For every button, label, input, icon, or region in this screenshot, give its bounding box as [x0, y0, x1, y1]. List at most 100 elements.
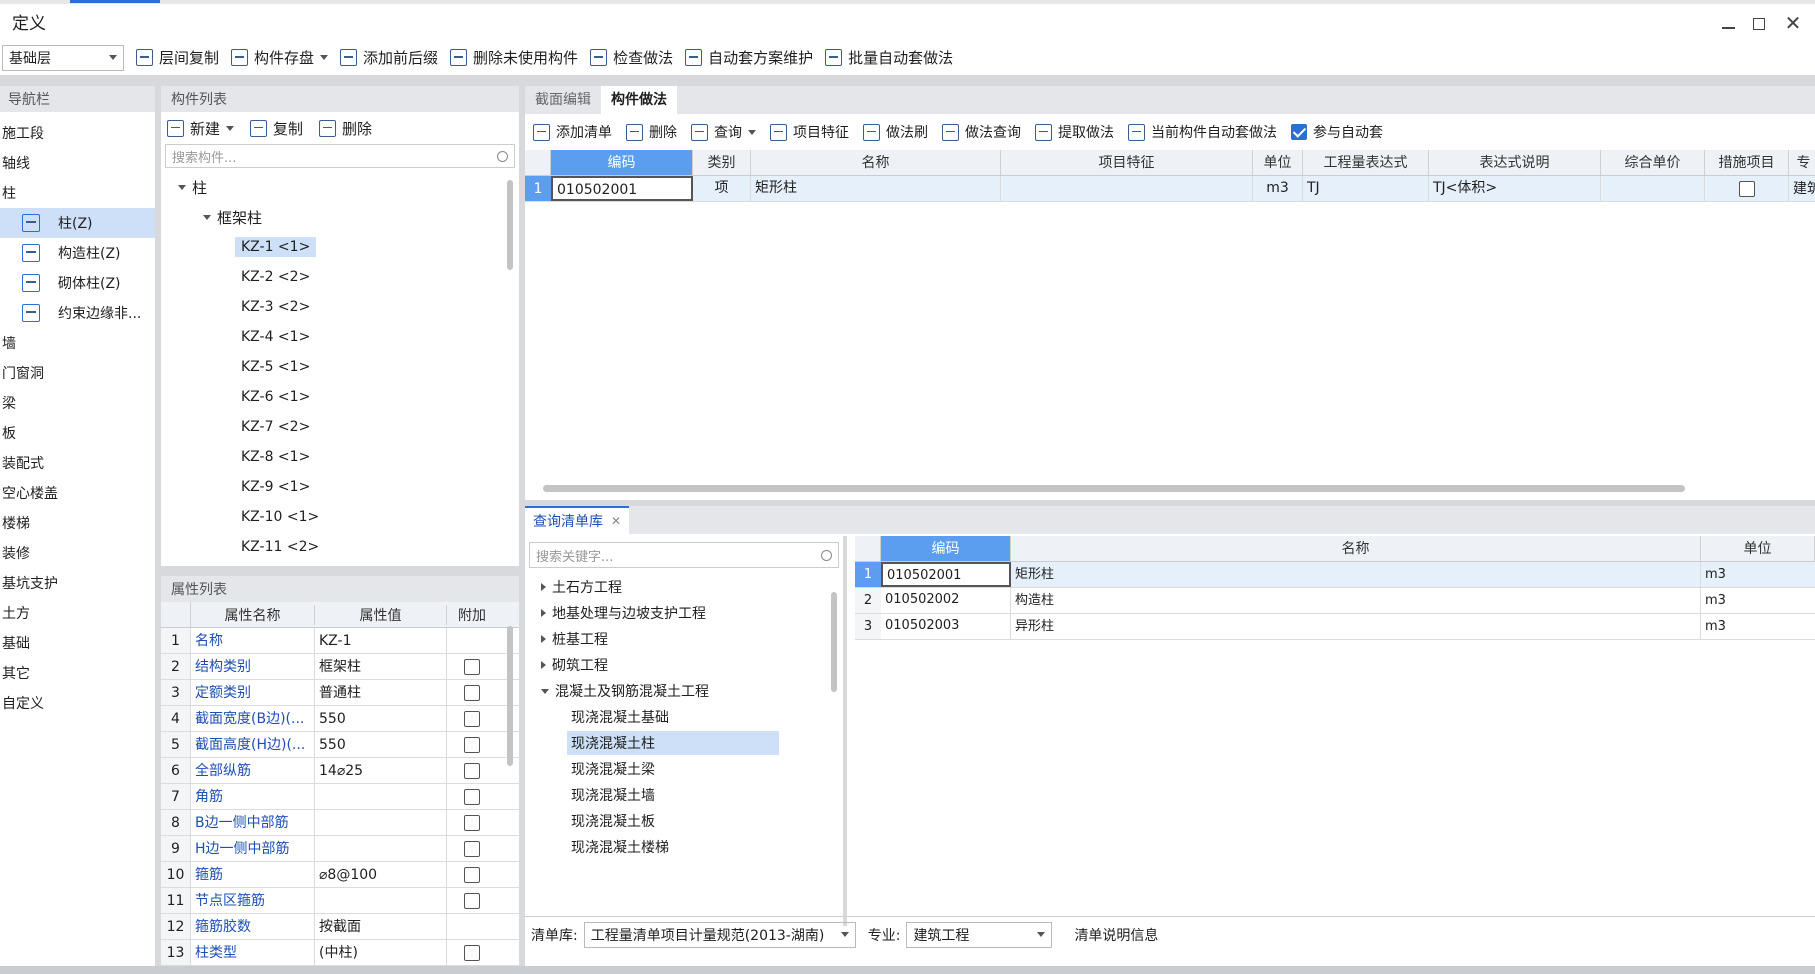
query-tree-item[interactable]: 现浇混凝土梁: [525, 756, 843, 782]
query-row[interactable]: 2 010502002 构造柱 m3: [855, 588, 1815, 614]
method-cell-type[interactable]: 项: [693, 176, 751, 201]
close-button[interactable]: ✕: [1781, 13, 1805, 34]
property-row-value[interactable]: [315, 784, 447, 809]
query-cell-unit[interactable]: m3: [1701, 588, 1815, 613]
measure-checkbox[interactable]: [1738, 180, 1755, 197]
check-method-button[interactable]: 检查做法: [590, 47, 673, 68]
method-row[interactable]: 1 010502001 项矩形柱 m3 TJ TJ<体积> 建筑: [525, 176, 1815, 202]
nav-item[interactable]: 土方: [0, 598, 155, 628]
component-tree-item[interactable]: KZ-4 <1>: [161, 322, 519, 352]
nav-item[interactable]: 楼梯: [0, 508, 155, 538]
delete-component-button[interactable]: 删除: [319, 118, 372, 139]
nav-item[interactable]: 其它: [0, 658, 155, 688]
property-row[interactable]: 9 H边一侧中部筋: [161, 836, 519, 862]
attach-checkbox[interactable]: [464, 710, 480, 727]
nav-item[interactable]: 柱: [0, 178, 155, 208]
component-tree-item[interactable]: KZ-5 <1>: [161, 352, 519, 382]
attach-checkbox[interactable]: [464, 736, 480, 753]
query-cell-name[interactable]: 矩形柱: [1011, 562, 1701, 587]
new-component-button[interactable]: 新建: [167, 118, 235, 139]
method-cell-unit[interactable]: m3: [1253, 176, 1303, 201]
nav-item[interactable]: 施工段: [0, 118, 155, 148]
property-row-value[interactable]: [315, 810, 447, 835]
query-cell-unit[interactable]: m3: [1701, 562, 1815, 587]
delete-method-button[interactable]: 删除: [626, 122, 677, 142]
property-row[interactable]: 6 全部纵筋 14⌀25: [161, 758, 519, 784]
property-row-value[interactable]: ⌀8@100: [315, 862, 447, 887]
query-row[interactable]: 1 010502001 矩形柱 m3: [855, 562, 1815, 588]
attach-checkbox[interactable]: [464, 814, 480, 831]
component-search[interactable]: 搜索构件...: [165, 144, 515, 168]
property-row-value[interactable]: [315, 888, 447, 913]
nav-item[interactable]: 轴线: [0, 148, 155, 178]
add-bill-button[interactable]: 添加清单: [533, 122, 612, 142]
copy-between-floors-button[interactable]: 层间复制: [136, 47, 219, 68]
attach-checkbox[interactable]: [464, 788, 480, 805]
component-tree-item[interactable]: KZ-2 <2>: [161, 262, 519, 292]
extract-method-button[interactable]: 提取做法: [1035, 122, 1114, 142]
query-tree-item[interactable]: 现浇混凝土基础: [525, 704, 843, 730]
property-row[interactable]: 8 B边一侧中部筋: [161, 810, 519, 836]
property-row[interactable]: 5 截面高度(H边)(... 550: [161, 732, 519, 758]
query-tree-item[interactable]: 混凝土及钢筋混凝土工程: [525, 678, 843, 704]
tree-group[interactable]: 框架柱: [161, 202, 519, 232]
nav-item[interactable]: 自定义: [0, 688, 155, 718]
add-prefix-suffix-button[interactable]: 添加前后缀: [340, 47, 438, 68]
query-cell-code[interactable]: 010502001: [881, 562, 1011, 587]
property-row[interactable]: 13 柱类型 (中柱): [161, 940, 519, 966]
attach-checkbox[interactable]: [464, 866, 480, 883]
nav-item[interactable]: 基础: [0, 628, 155, 658]
query-tree-item[interactable]: 现浇混凝土墙: [525, 782, 843, 808]
nav-item[interactable]: 墙: [0, 328, 155, 358]
property-row[interactable]: 3 定额类别 普通柱: [161, 680, 519, 706]
nav-item[interactable]: 基坑支护: [0, 568, 155, 598]
component-tree-item[interactable]: KZ-8 <1>: [161, 442, 519, 472]
component-tree-item[interactable]: KZ-1 <1>: [161, 232, 519, 262]
nav-item[interactable]: 空心楼盖: [0, 478, 155, 508]
maximize-button[interactable]: [1748, 14, 1772, 34]
method-brush-button[interactable]: 做法刷: [863, 122, 928, 142]
property-row-value[interactable]: KZ-1: [315, 628, 447, 653]
query-cell-name[interactable]: 构造柱: [1011, 588, 1701, 613]
nav-item[interactable]: 装配式: [0, 448, 155, 478]
query-cell-unit[interactable]: m3: [1701, 614, 1815, 639]
nav-item[interactable]: 板: [0, 418, 155, 448]
component-tree-item[interactable]: KZ-3 <2>: [161, 292, 519, 322]
property-scrollbar[interactable]: [507, 626, 513, 766]
auto-scheme-button[interactable]: 自动套方案维护: [685, 47, 813, 68]
attach-checkbox[interactable]: [464, 892, 480, 909]
method-cell-spec[interactable]: 建筑: [1789, 176, 1815, 201]
property-row-value[interactable]: (中柱): [315, 940, 447, 965]
attach-checkbox[interactable]: [464, 944, 480, 961]
tree-root[interactable]: 柱: [161, 172, 519, 202]
property-row-value[interactable]: 框架柱: [315, 654, 447, 679]
component-tree-item[interactable]: KZ-10 <1>: [161, 502, 519, 532]
query-tree-item[interactable]: 现浇混凝土楼梯: [525, 834, 843, 860]
component-tree-item[interactable]: KZ-9 <1>: [161, 472, 519, 502]
component-tree-item[interactable]: KZ-6 <1>: [161, 382, 519, 412]
property-row[interactable]: 7 角筋: [161, 784, 519, 810]
query-cell-code[interactable]: 010502003: [881, 614, 1011, 639]
nav-item[interactable]: 梁: [0, 388, 155, 418]
bill-info-link[interactable]: 清单说明信息: [1074, 925, 1158, 945]
component-scrollbar[interactable]: [507, 180, 513, 270]
property-row-value[interactable]: 按截面: [315, 914, 447, 939]
query-row[interactable]: 3 010502003 异形柱 m3: [855, 614, 1815, 640]
query-tree-item[interactable]: 地基处理与边坡支护工程: [525, 600, 843, 626]
attach-checkbox[interactable]: [464, 762, 480, 779]
query-tree-item[interactable]: 现浇混凝土板: [525, 808, 843, 834]
tab-query-library[interactable]: 查询清单库 ✕: [525, 506, 630, 534]
bill-library-select[interactable]: 工程量清单项目计量规范(2013-湖南): [583, 921, 856, 948]
delete-unused-button[interactable]: 删除未使用构件: [450, 47, 578, 68]
property-row-value[interactable]: 14⌀25: [315, 758, 447, 783]
property-row-value[interactable]: 普通柱: [315, 680, 447, 705]
component-tree-item[interactable]: KZ-11 <2>: [161, 532, 519, 558]
current-auto-method-button[interactable]: 当前构件自动套做法: [1128, 122, 1277, 142]
query-tree-item[interactable]: 砌筑工程: [525, 652, 843, 678]
participate-auto-checkbox[interactable]: 参与自动套: [1291, 122, 1383, 142]
property-row-value[interactable]: 550: [315, 706, 447, 731]
query-tree-item[interactable]: 桩基工程: [525, 626, 843, 652]
nav-item[interactable]: 构造柱(Z): [0, 238, 155, 268]
component-tree-item[interactable]: KZ-7 <2>: [161, 412, 519, 442]
nav-item[interactable]: 约束边缘非...: [0, 298, 155, 328]
